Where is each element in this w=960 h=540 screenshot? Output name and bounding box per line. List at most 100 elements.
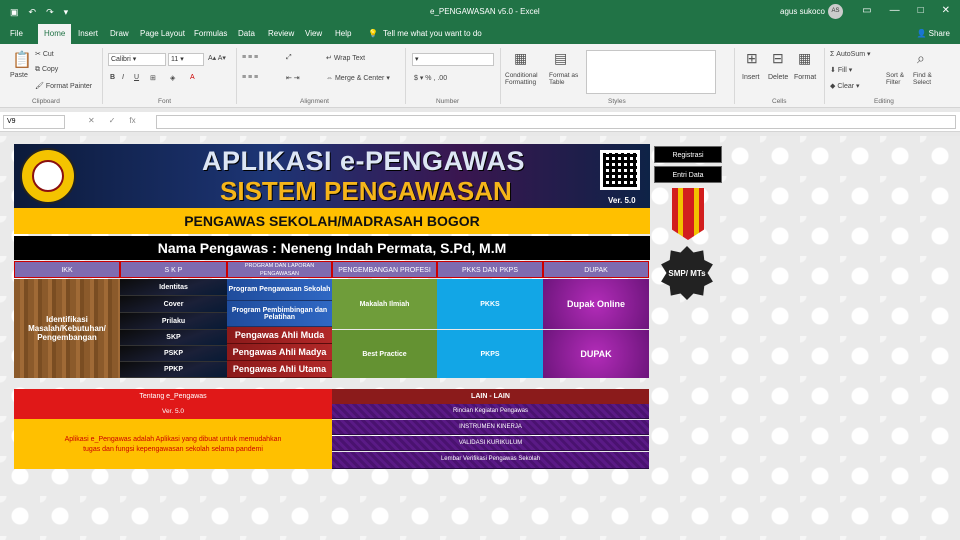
validasi-kurikulum-button[interactable]: VALIDASI KURIKULUM xyxy=(332,436,649,451)
tentang-text-line1: Aplikasi e_Pengawas adalah Aplikasi yang… xyxy=(64,436,282,443)
skp-skp-button[interactable]: SKP xyxy=(120,330,227,346)
makalah-ilmiah-button[interactable]: Makalah Ilmiah xyxy=(332,279,437,329)
tab-review[interactable]: Review xyxy=(268,29,294,38)
cell-styles-gallery[interactable] xyxy=(586,50,716,94)
find-icon[interactable]: ⌕ xyxy=(917,50,925,67)
skp-identitas-button[interactable]: Identitas xyxy=(120,279,227,296)
font-name-select[interactable]: Calibri ▾ xyxy=(108,53,166,66)
app-title: APLIKASI e-PENGAWAS xyxy=(202,146,526,176)
format-table-icon[interactable]: ▤ xyxy=(554,50,567,67)
grow-font-icon[interactable]: A▴ A▾ xyxy=(208,54,226,62)
format-cells-icon[interactable]: ▦ xyxy=(798,50,811,67)
name-box[interactable]: V9 xyxy=(3,115,65,129)
autosum-button[interactable]: Σ AutoSum ▾ xyxy=(830,50,871,58)
tab-insert[interactable]: Insert xyxy=(78,29,98,38)
tab-page-layout[interactable]: Page Layout xyxy=(140,29,185,38)
cancel-icon[interactable]: ✕ xyxy=(88,116,95,125)
underline-icon[interactable]: U xyxy=(134,74,139,81)
delete-cells-button[interactable]: Delete xyxy=(768,74,788,81)
orientation-icon[interactable]: ⤢ xyxy=(286,54,292,62)
maximize-icon[interactable]: □ xyxy=(918,5,924,16)
format-painter-label: Format Painter xyxy=(45,83,93,90)
nav-header-pkks: PKKS DAN PKPS xyxy=(437,261,543,278)
share-button[interactable]: 👤 Share xyxy=(916,29,950,38)
skp-cover-button[interactable]: Cover xyxy=(120,296,227,313)
avatar[interactable]: AS xyxy=(828,4,843,19)
pkks-button[interactable]: PKKS xyxy=(437,279,543,329)
format-cells-button[interactable]: Format xyxy=(794,74,816,81)
insert-cells-icon[interactable]: ⊞ xyxy=(746,50,758,67)
fill-button[interactable]: ⬇ Fill ▾ xyxy=(830,66,852,74)
find-select-button[interactable]: Find & Select xyxy=(913,72,943,86)
font-color-icon[interactable]: A xyxy=(190,74,195,81)
divider xyxy=(500,48,501,104)
cut-button[interactable]: ✂ Cut xyxy=(35,50,54,58)
lembar-verifikasi-button[interactable]: Lembar Verifikasi Pengawas Sekolah xyxy=(332,452,649,469)
clear-label: Clear xyxy=(837,83,855,90)
skp-prilaku-button[interactable]: Prilaku xyxy=(120,313,227,330)
cut-label: Cut xyxy=(42,51,54,58)
customize-icon[interactable]: ▾ xyxy=(64,7,69,18)
align-left-icon[interactable]: ≡ ≡ ≡ xyxy=(242,74,258,81)
merge-label: Merge & Center xyxy=(334,75,385,82)
dupak-online-button[interactable]: Dupak Online xyxy=(543,279,649,329)
tab-formulas[interactable]: Formulas xyxy=(194,29,227,38)
pkps-button[interactable]: PKPS xyxy=(437,330,543,378)
copy-button[interactable]: ⧉ Copy xyxy=(35,66,58,74)
ahli-utama-button[interactable]: Pengawas Ahli Utama xyxy=(227,361,332,378)
dupak-button[interactable]: DUPAK xyxy=(543,330,649,378)
ahli-muda-button[interactable]: Pengawas Ahli Muda xyxy=(227,327,332,344)
tab-home[interactable]: Home xyxy=(38,24,72,44)
conditional-formatting-icon[interactable]: ▦ xyxy=(514,50,527,67)
redo-icon[interactable]: ↷ xyxy=(46,7,54,18)
skp-ppkp-button[interactable]: PPKP xyxy=(120,362,227,378)
paste-button[interactable]: Paste xyxy=(10,72,28,79)
fx-icon[interactable]: fx xyxy=(129,116,135,125)
format-painter-button[interactable]: 🖌 Format Painter xyxy=(35,82,92,90)
save-icon[interactable]: ▣ xyxy=(10,7,19,18)
minimize-icon[interactable]: — xyxy=(890,5,900,16)
ribbon-display-icon[interactable]: ▭ xyxy=(862,5,871,16)
tab-view[interactable]: View xyxy=(305,29,322,38)
font-size-select[interactable]: 11 ▾ xyxy=(168,53,204,66)
user-name[interactable]: agus sukoco xyxy=(780,7,825,16)
fill-color-icon[interactable]: ◈ xyxy=(170,74,175,82)
ahli-madya-button[interactable]: Pengawas Ahli Madya xyxy=(227,344,332,361)
close-icon[interactable]: ✕ xyxy=(942,5,950,16)
tab-draw[interactable]: Draw xyxy=(110,29,129,38)
clear-button[interactable]: ◆ Clear ▾ xyxy=(830,82,860,90)
currency-icon[interactable]: $ ▾ % , .00 xyxy=(414,74,447,82)
bold-icon[interactable]: B xyxy=(110,74,115,81)
formula-input[interactable] xyxy=(156,115,956,129)
tab-file[interactable]: File xyxy=(10,29,23,38)
enter-icon[interactable]: ✓ xyxy=(109,116,116,125)
tab-data[interactable]: Data xyxy=(238,29,255,38)
tab-help[interactable]: Help xyxy=(335,29,351,38)
indent-icon[interactable]: ⇤ ⇥ xyxy=(286,74,300,82)
undo-icon[interactable]: ↶ xyxy=(29,7,37,18)
program-sekolah-button[interactable]: Program Pengawasan Sekolah xyxy=(227,279,332,301)
font-size-value: 11 xyxy=(171,56,179,63)
delete-cells-icon[interactable]: ⊟ xyxy=(772,50,784,67)
number-format-select[interactable]: ▾ xyxy=(412,53,494,66)
sort-filter-button[interactable]: Sort & Filter xyxy=(886,72,912,86)
registrasi-button[interactable]: Registrasi xyxy=(654,146,722,163)
conditional-formatting-button[interactable]: Conditional Formatting xyxy=(505,72,545,86)
best-practice-button[interactable]: Best Practice xyxy=(332,330,437,378)
rincian-kegiatan-button[interactable]: Rincian Kegiatan Pengawas xyxy=(332,404,649,419)
border-icon[interactable]: ⊞ xyxy=(150,74,156,82)
skp-pskp-button[interactable]: PSKP xyxy=(120,346,227,362)
merge-center-button[interactable]: ⇔ Merge & Center ▾ xyxy=(326,74,390,82)
instrumen-kinerja-button[interactable]: INSTRUMEN KINERJA xyxy=(332,420,649,435)
nav-header-skp: S K P xyxy=(120,261,227,278)
ikk-button[interactable]: Identifikasi Masalah/Kebutuhan/ Pengemba… xyxy=(14,279,120,378)
align-top-icon[interactable]: ≡ ≡ ≡ xyxy=(242,54,258,61)
entri-data-button[interactable]: Entri Data xyxy=(654,166,722,183)
insert-cells-button[interactable]: Insert xyxy=(742,74,760,81)
tell-me-input[interactable]: Tell me what you want to do xyxy=(383,29,482,38)
format-table-button[interactable]: Format as Table xyxy=(549,72,583,86)
italic-icon[interactable]: I xyxy=(122,74,124,81)
program-pembimbingan-button[interactable]: Program Pembimbingan dan Pelatihan xyxy=(227,301,332,327)
paste-icon[interactable]: 📋 xyxy=(12,50,32,70)
wrap-text-button[interactable]: ↵ Wrap Text xyxy=(326,54,365,62)
